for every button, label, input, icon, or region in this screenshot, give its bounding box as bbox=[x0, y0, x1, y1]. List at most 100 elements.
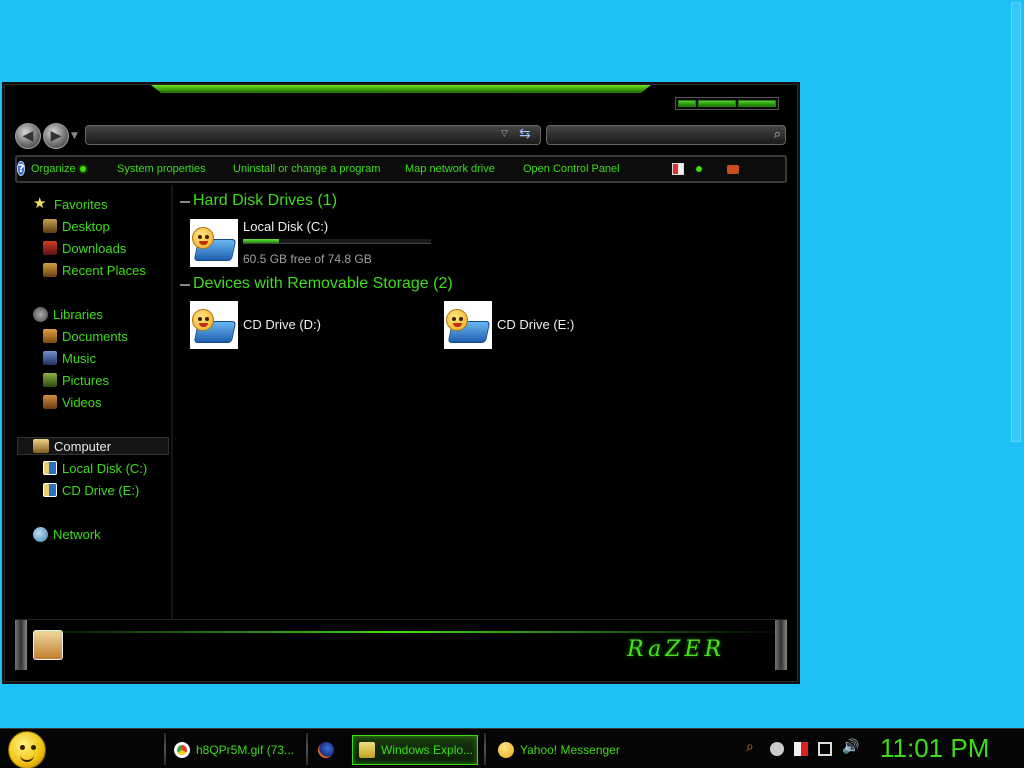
scrollbar-thumb[interactable] bbox=[1011, 2, 1021, 442]
nav-item-videos[interactable]: Videos bbox=[43, 393, 102, 411]
razer-logo: RaZER bbox=[627, 637, 726, 662]
forward-arrow-icon: ▶ bbox=[50, 128, 62, 144]
nav-item-network[interactable]: Network bbox=[33, 525, 101, 543]
open-control-panel-button[interactable]: Open Control Panel bbox=[523, 163, 620, 175]
nav-label: Downloads bbox=[62, 240, 127, 256]
yahoo-messenger-icon bbox=[498, 742, 514, 758]
page-scrollbar[interactable] bbox=[1008, 0, 1024, 728]
taskbar-item-label: Windows Explo... bbox=[381, 743, 474, 757]
taskbar: h8QPr5M.gif (73... Windows Explo... Yaho… bbox=[0, 728, 1024, 768]
network-tray-icon[interactable] bbox=[818, 742, 832, 756]
nav-item-downloads[interactable]: Downloads bbox=[43, 239, 126, 257]
cd-drive-e-name[interactable]: CD Drive (E:) bbox=[497, 317, 574, 332]
taskbar-clock[interactable]: 11:01 PM bbox=[880, 733, 989, 764]
nav-label: Local Disk (C:) bbox=[62, 460, 148, 476]
nav-label: Libraries bbox=[53, 306, 103, 322]
taskbar-item-windows-explorer[interactable]: Windows Explo... bbox=[352, 735, 478, 765]
volume-icon[interactable]: 🔊 bbox=[842, 739, 859, 755]
back-arrow-icon: ◀ bbox=[22, 128, 34, 144]
local-disk-free-space: 60.5 GB free of 74.8 GB bbox=[243, 252, 372, 266]
cd-drive-icon bbox=[43, 483, 57, 497]
disk-capacity-bar bbox=[243, 239, 431, 244]
map-network-drive-button[interactable]: Map network drive bbox=[405, 163, 495, 175]
nav-item-recent-places[interactable]: Recent Places bbox=[43, 261, 146, 279]
collapse-group-icon[interactable] bbox=[180, 201, 190, 203]
nav-item-computer[interactable]: Computer bbox=[33, 437, 111, 455]
tray-messenger-icon[interactable] bbox=[770, 742, 784, 756]
nav-item-favorites[interactable]: ★ Favorites bbox=[33, 195, 107, 213]
organize-dropdown-icon bbox=[79, 166, 86, 173]
recent-pages-dropdown-icon[interactable]: ▼ bbox=[71, 131, 78, 141]
nav-label: Videos bbox=[62, 394, 102, 410]
chrome-icon bbox=[174, 742, 190, 758]
maximize-button[interactable] bbox=[698, 100, 737, 107]
start-button[interactable] bbox=[8, 731, 46, 768]
nav-item-pictures[interactable]: Pictures bbox=[43, 371, 109, 389]
cd-drive-d-icon[interactable] bbox=[190, 301, 238, 349]
nav-label: Desktop bbox=[62, 218, 110, 234]
refresh-icon[interactable]: ⇆ bbox=[519, 126, 531, 142]
search-icon[interactable]: ⌕ bbox=[774, 127, 781, 142]
nav-item-local-disk-c[interactable]: Local Disk (C:) bbox=[43, 459, 147, 477]
local-disk-name[interactable]: Local Disk (C:) bbox=[243, 219, 328, 234]
nav-item-libraries[interactable]: Libraries bbox=[33, 305, 103, 323]
search-input[interactable]: ⌕ bbox=[546, 125, 786, 145]
organize-label: Organize bbox=[31, 163, 76, 175]
uninstall-program-button[interactable]: Uninstall or change a program bbox=[233, 163, 380, 175]
help-icon[interactable]: ? bbox=[17, 161, 26, 176]
taskbar-item-label: h8QPr5M.gif (73... bbox=[196, 743, 295, 757]
close-button[interactable] bbox=[738, 100, 776, 107]
address-bar[interactable] bbox=[85, 125, 541, 145]
nav-label: CD Drive (E:) bbox=[62, 482, 140, 498]
computer-icon bbox=[33, 439, 49, 453]
disk-capacity-fill bbox=[243, 239, 279, 243]
nav-label: Recent Places bbox=[62, 262, 146, 278]
recent-places-icon bbox=[43, 263, 57, 277]
taskbar-item-yahoo-messenger[interactable]: Yahoo! Messenger bbox=[492, 735, 632, 765]
cd-drive-e-icon[interactable] bbox=[444, 301, 492, 349]
taskbar-separator bbox=[306, 733, 308, 765]
nav-label: Network bbox=[53, 526, 101, 542]
taskbar-separator bbox=[484, 733, 486, 765]
collapse-group-icon[interactable] bbox=[180, 284, 190, 286]
taskbar-item-label: Yahoo! Messenger bbox=[520, 743, 620, 757]
nav-label: Documents bbox=[62, 328, 128, 344]
view-options-dropdown-icon[interactable] bbox=[696, 166, 702, 172]
organize-menu[interactable]: Organize bbox=[31, 163, 86, 175]
group-header-removable-storage[interactable]: Devices with Removable Storage (2) bbox=[193, 275, 453, 293]
pictures-icon bbox=[43, 373, 57, 387]
window-top-glow bbox=[151, 85, 651, 93]
local-disk-icon[interactable] bbox=[190, 219, 238, 267]
nav-item-music[interactable]: Music bbox=[43, 349, 96, 367]
nav-label: Computer bbox=[54, 438, 112, 454]
preview-pane-icon[interactable] bbox=[727, 165, 739, 174]
videos-icon bbox=[43, 395, 57, 409]
minimize-button[interactable] bbox=[678, 100, 697, 107]
firefox-icon bbox=[318, 742, 334, 758]
group-header-hard-disk-drives[interactable]: Hard Disk Drives (1) bbox=[193, 192, 337, 210]
taskbar-item-firefox[interactable] bbox=[312, 735, 348, 765]
forward-button[interactable]: ▶ bbox=[43, 123, 69, 149]
downloads-icon bbox=[43, 241, 57, 255]
nav-item-cd-drive-e[interactable]: CD Drive (E:) bbox=[43, 481, 139, 499]
music-icon bbox=[43, 351, 57, 365]
computer-details-icon bbox=[33, 630, 63, 660]
details-glow-line bbox=[15, 631, 787, 633]
command-bar: Organize System properties Uninstall or … bbox=[15, 155, 787, 183]
nav-label: Music bbox=[62, 350, 96, 366]
nav-pane-divider[interactable] bbox=[171, 185, 173, 619]
cd-drive-d-name[interactable]: CD Drive (D:) bbox=[243, 317, 321, 332]
details-right-cap bbox=[775, 620, 787, 670]
nav-item-desktop[interactable]: Desktop bbox=[43, 217, 110, 235]
taskbar-item-chrome[interactable]: h8QPr5M.gif (73... bbox=[168, 735, 302, 765]
action-center-flag-icon[interactable] bbox=[794, 742, 808, 756]
nav-item-documents[interactable]: Documents bbox=[43, 327, 128, 345]
libraries-icon bbox=[33, 306, 48, 322]
drive-icon bbox=[43, 461, 57, 475]
system-properties-button[interactable]: System properties bbox=[117, 163, 206, 175]
address-dropdown-icon[interactable]: ▽ bbox=[501, 129, 508, 139]
change-view-icon[interactable] bbox=[672, 163, 684, 175]
back-button[interactable]: ◀ bbox=[15, 123, 41, 149]
network-icon bbox=[33, 526, 48, 542]
tray-search-icon[interactable]: ⌕ bbox=[746, 739, 760, 755]
